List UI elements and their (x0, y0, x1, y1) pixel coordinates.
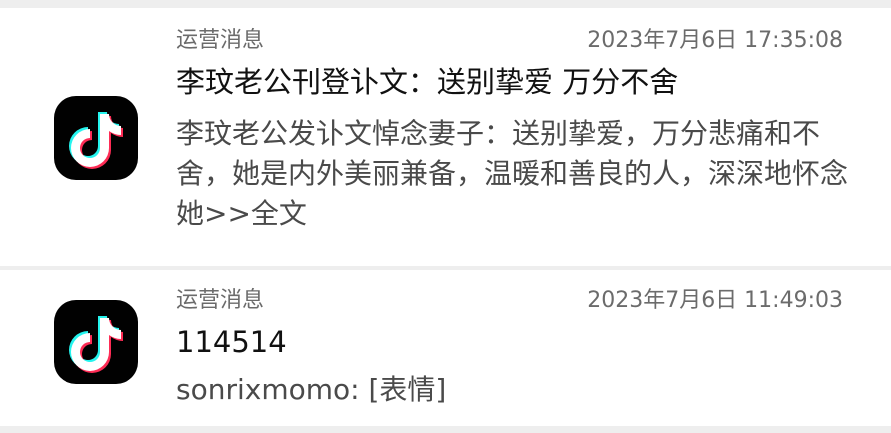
tiktok-icon (54, 96, 138, 180)
notification-source: 运营消息 (176, 288, 265, 313)
tiktok-icon (54, 300, 138, 384)
notification-time: 2023年7月6日 17:35:08 (587, 28, 843, 53)
notification-body: sonrixmomo: [表情] (176, 373, 447, 406)
notification-card[interactable]: 运营消息 2023年7月6日 17:35:08 李玟老公刊登讣文：送别挚爱 万分… (0, 8, 891, 266)
notification-card[interactable]: 运营消息 2023年7月6日 11:49:03 114514 sonrixmom… (0, 270, 891, 426)
notification-title: 114514 (176, 325, 287, 359)
notification-title: 李玟老公刊登讣文：送别挚爱 万分不舍 (176, 65, 679, 99)
notification-time: 2023年7月6日 11:49:03 (587, 288, 843, 313)
notification-source: 运营消息 (176, 28, 265, 53)
notification-body: 李玟老公发讣文悼念妻子：送别挚爱，万分悲痛和不舍，她是内外美丽兼备，温暖和善良的… (176, 117, 849, 230)
